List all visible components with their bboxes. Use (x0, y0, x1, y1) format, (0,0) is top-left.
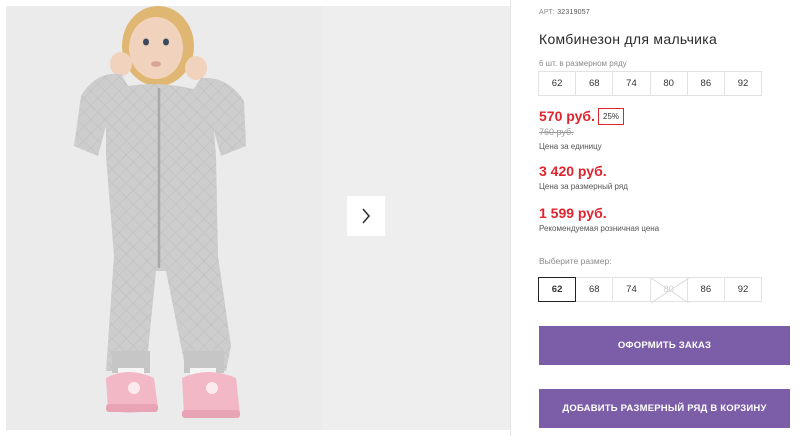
size-row-cell: 74 (612, 71, 651, 96)
size-option-80-unavailable: 80 (649, 277, 689, 303)
row-price: 3 420 руб. (539, 163, 607, 179)
product-photo[interactable] (6, 6, 322, 430)
old-price: 760 руб. (539, 127, 574, 137)
sku-value: 32319057 (557, 9, 590, 16)
retail-price: 1 599 руб. (539, 205, 607, 221)
size-row-cell: 62 (538, 71, 577, 96)
chevron-right-icon (362, 208, 371, 224)
add-size-row-to-cart-button[interactable]: ДОБАВИТЬ РАЗМЕРНЫЙ РЯД В КОРЗИНУ (539, 389, 790, 428)
size-option-68[interactable]: 68 (575, 277, 614, 302)
size-option-62[interactable]: 62 (538, 277, 577, 302)
crossed-out-icon (650, 278, 689, 303)
size-option-74[interactable]: 74 (612, 277, 651, 302)
discount-badge: 25% (598, 108, 625, 125)
size-option-92[interactable]: 92 (723, 277, 763, 302)
select-size-label: Выберите размер: (539, 256, 612, 266)
sku: АРТ: 32319057 (539, 9, 590, 16)
size-option-86[interactable]: 86 (686, 277, 725, 302)
size-row-cell: 80 (649, 71, 688, 96)
size-row-cell: 86 (686, 71, 725, 96)
row-price-label: Цена за размерный ряд (539, 182, 628, 191)
child-in-jumpsuit-image (6, 6, 322, 430)
sku-label: АРТ: (539, 9, 556, 16)
product-info-panel: АРТ: 32319057 Комбинезон для мальчика 6 … (511, 0, 800, 436)
unit-price-label: Цена за единицу (539, 142, 602, 151)
size-row-list: 62 68 74 80 86 92 (538, 71, 763, 96)
size-selector: 62 68 74 80 86 92 (538, 277, 763, 303)
gallery-next-button[interactable] (347, 196, 385, 236)
place-order-button[interactable]: ОФОРМИТЬ ЗАКАЗ (539, 326, 790, 365)
product-title: Комбинезон для мальчика (539, 31, 718, 47)
unit-price: 570 руб. (539, 108, 595, 124)
size-row-cell: 92 (723, 71, 763, 96)
size-row-cell: 68 (575, 71, 614, 96)
size-row-hint: 6 шт. в размерном ряду (539, 59, 627, 68)
product-gallery (0, 0, 510, 436)
retail-price-label: Рекомендуемая розничная цена (539, 224, 660, 233)
